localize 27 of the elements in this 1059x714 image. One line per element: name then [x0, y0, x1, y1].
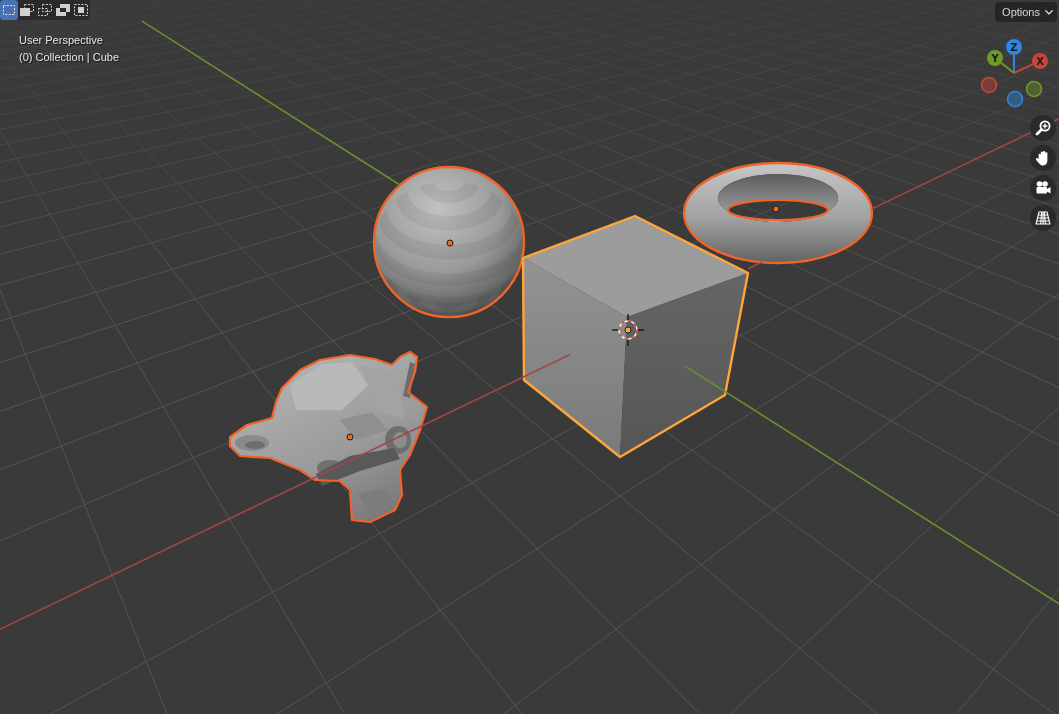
negative-axis-icon[interactable] [1006, 90, 1024, 108]
nested-squares-icon [73, 3, 89, 17]
dashed-square-icon [1, 3, 17, 17]
dashed-squares-icon [37, 3, 53, 17]
cursor-crosshair-icon [611, 313, 645, 347]
camera-view-button[interactable] [1030, 175, 1056, 201]
axis-button[interactable]: X [1032, 53, 1048, 69]
magnifier-plus-icon [1034, 119, 1052, 137]
grid-icon [1034, 209, 1052, 227]
perspective-toggle-button[interactable] [1030, 205, 1056, 231]
options-button[interactable]: Options [995, 2, 1057, 22]
view-mode-label: User Perspective [19, 33, 103, 48]
pan-button[interactable] [1030, 145, 1056, 171]
axis-button[interactable]: Y [987, 50, 1003, 66]
chevron-down-icon [1045, 9, 1053, 15]
select-mode-button[interactable] [0, 0, 18, 20]
origin-point-icon [772, 205, 780, 213]
origin-point-icon [346, 433, 354, 441]
negative-axis-icon[interactable] [1025, 80, 1043, 98]
zoom-button[interactable] [1030, 115, 1056, 141]
split-squares-icon [55, 3, 71, 17]
origin-point-icon [446, 239, 454, 247]
origin-point-icon [624, 326, 632, 334]
active-object-label: (0) Collection | Cube [19, 50, 120, 65]
overlapping-squares-icon [19, 3, 35, 17]
movie-camera-icon [1034, 179, 1052, 197]
axis-button[interactable]: Z [1006, 39, 1022, 55]
